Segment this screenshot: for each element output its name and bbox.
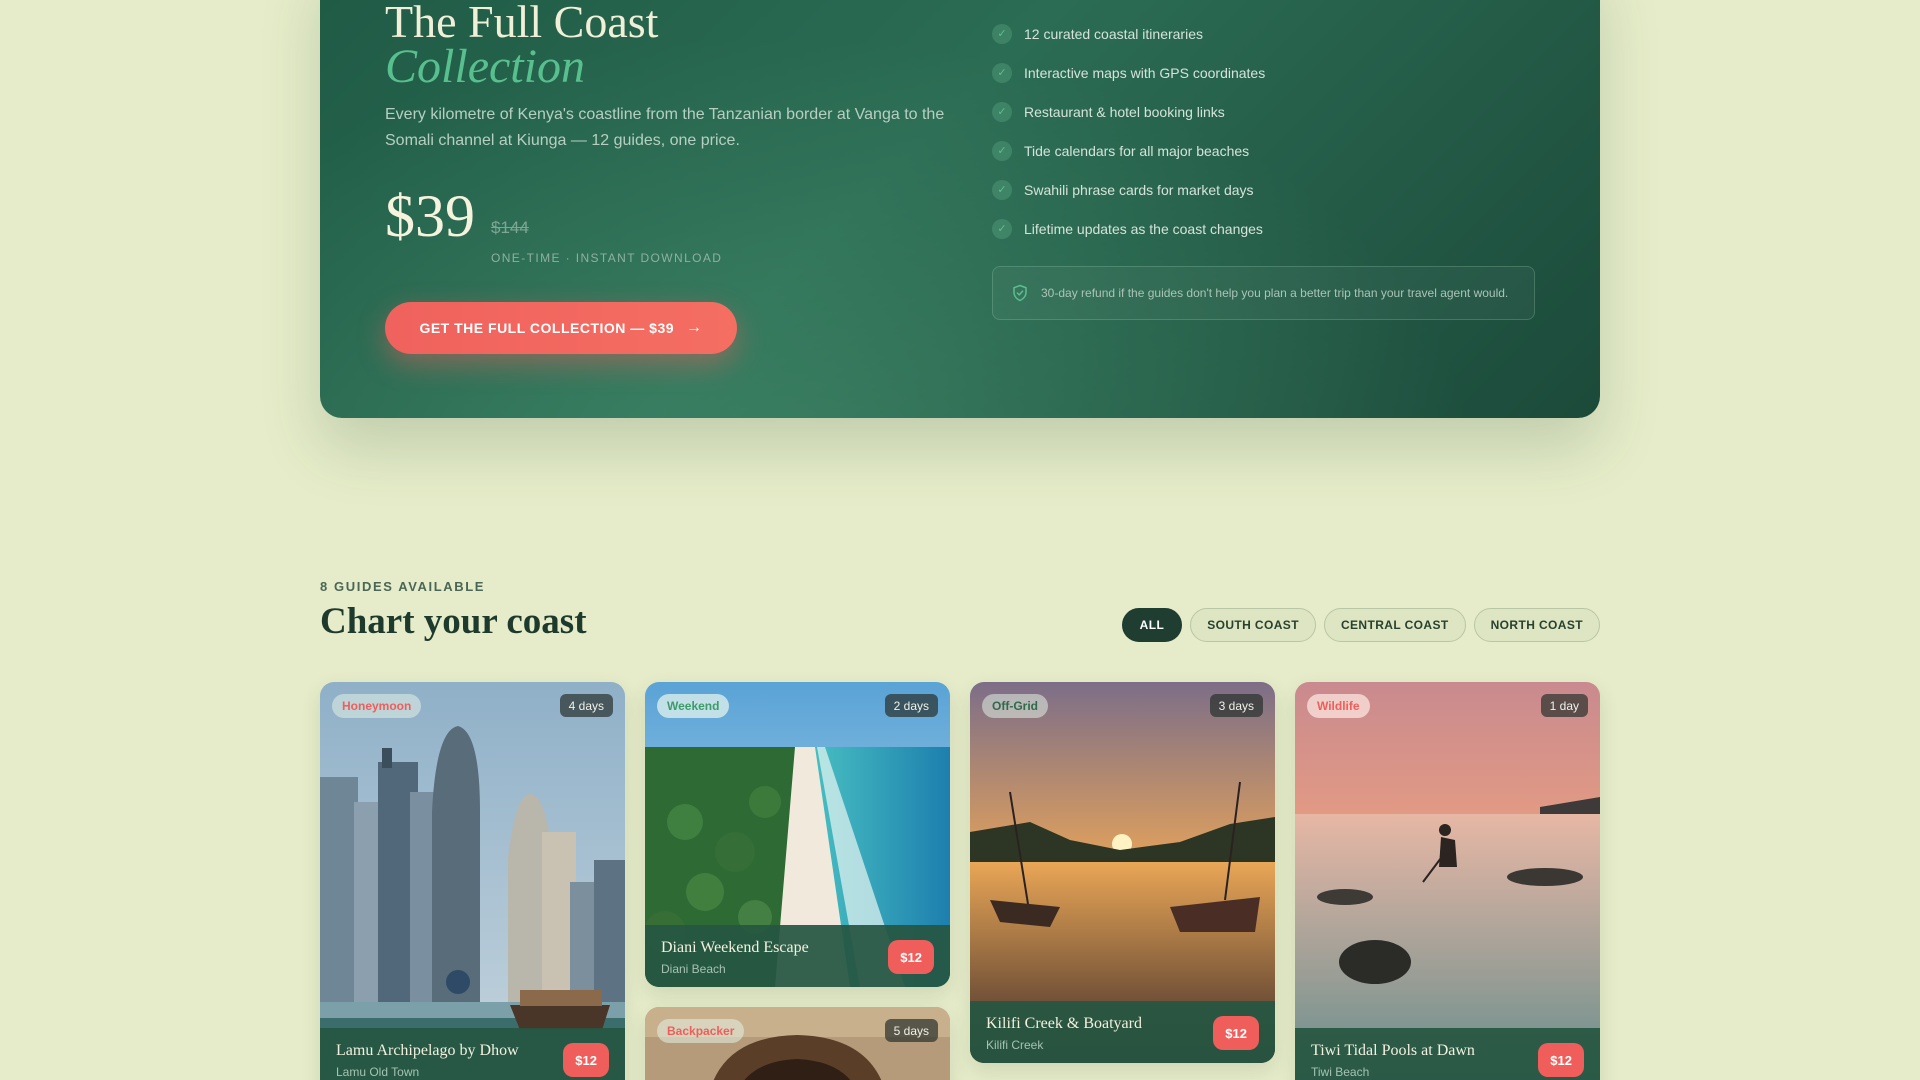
shield-check-icon: [1013, 284, 1027, 302]
card-duration: 4 days: [559, 694, 613, 717]
refund-guarantee: 30-day refund if the guides don't help y…: [992, 266, 1535, 320]
card-duration: 1 day: [1540, 694, 1588, 717]
card-price-button[interactable]: $12: [563, 1043, 609, 1077]
feature-label: Lifetime updates as the coast changes: [1024, 220, 1263, 237]
card-location: Lamu Old Town: [336, 1065, 420, 1079]
card-title: Kilifi Creek & Boatyard: [986, 1015, 1142, 1032]
card-title: Tiwi Tidal Pools at Dawn: [1311, 1042, 1475, 1059]
card-tag: Honeymoon: [332, 694, 422, 718]
check-icon: ✓: [992, 23, 1012, 44]
price-note: ONE-TIME · INSTANT DOWNLOAD: [491, 251, 723, 265]
tidal-pool-dawn-image: [1295, 682, 1600, 1080]
feature-label: Tide calendars for all major beaches: [1024, 142, 1250, 159]
filter-all[interactable]: ALL: [1121, 608, 1183, 642]
guide-card-backpacker[interactable]: Backpacker 5 days: [645, 1007, 950, 1080]
card-tag: Wildlife: [1307, 694, 1370, 718]
card-duration: 3 days: [1209, 694, 1263, 717]
card-footer: Tiwi Tidal Pools at Dawn Tiwi Beach $12: [1295, 1028, 1600, 1080]
filter-south-coast[interactable]: SOUTH COAST: [1190, 608, 1316, 642]
card-location: Tiwi Beach: [1311, 1065, 1370, 1079]
card-footer: Lamu Archipelago by Dhow Lamu Old Town $…: [320, 1028, 625, 1080]
card-duration: 2 days: [884, 694, 938, 717]
card-title: Lamu Archipelago by Dhow: [336, 1042, 519, 1059]
guide-card-lamu[interactable]: Honeymoon 4 days Lamu Archipelago by Dho…: [320, 682, 625, 1080]
feature-item: ✓ 12 curated coastal itineraries: [992, 14, 1265, 53]
card-footer: Kilifi Creek & Boatyard Kilifi Creek $12: [970, 1001, 1275, 1063]
check-icon: ✓: [992, 218, 1012, 239]
feature-label: Interactive maps with GPS coordinates: [1024, 64, 1266, 81]
check-icon: ✓: [992, 62, 1012, 83]
card-price-button[interactable]: $12: [1213, 1016, 1259, 1050]
card-title: Diani Weekend Escape: [661, 939, 809, 956]
check-icon: ✓: [992, 140, 1012, 161]
card-tag: Off-Grid: [982, 694, 1048, 718]
feature-label: 12 curated coastal itineraries: [1024, 25, 1203, 42]
guides-count: 8 GUIDES AVAILABLE: [320, 579, 486, 594]
card-price-button[interactable]: $12: [888, 940, 934, 974]
feature-item: ✓ Interactive maps with GPS coordinates: [992, 53, 1265, 92]
check-icon: ✓: [992, 179, 1012, 200]
city-skyline-image: [320, 682, 625, 1080]
section-title: Chart your coast: [320, 601, 587, 642]
hero-title-accent: Collection: [385, 40, 585, 93]
get-collection-button[interactable]: GET THE FULL COLLECTION — $39 →: [385, 302, 737, 354]
card-tag: Weekend: [657, 694, 730, 718]
feature-list: ✓ 12 curated coastal itineraries ✓ Inter…: [992, 14, 1265, 248]
guide-card-tiwi[interactable]: Wildlife 1 day Tiwi Tidal Pools at Dawn …: [1295, 682, 1600, 1080]
old-price: $144: [491, 218, 529, 237]
feature-item: ✓ Lifetime updates as the coast changes: [992, 209, 1265, 248]
feature-item: ✓ Swahili phrase cards for market days: [992, 170, 1265, 209]
hero-description: Every kilometre of Kenya's coastline fro…: [385, 106, 945, 149]
card-location: Diani Beach: [661, 962, 726, 976]
cta-label: GET THE FULL COLLECTION — $39: [419, 320, 675, 336]
filter-north-coast[interactable]: NORTH COAST: [1473, 608, 1600, 642]
card-location: Kilifi Creek: [986, 1038, 1044, 1052]
collection-hero: The Full Coast Collection Every kilometr…: [320, 0, 1600, 418]
feature-label: Swahili phrase cards for market days: [1024, 181, 1254, 198]
card-footer: Diani Weekend Escape Diani Beach $12: [645, 925, 950, 987]
region-filters: ALL SOUTH COAST CENTRAL COAST NORTH COAS…: [1121, 608, 1600, 642]
card-price-button[interactable]: $12: [1538, 1043, 1584, 1077]
feature-item: ✓ Restaurant & hotel booking links: [992, 92, 1265, 131]
feature-item: ✓ Tide calendars for all major beaches: [992, 131, 1265, 170]
card-duration: 5 days: [884, 1019, 938, 1042]
feature-label: Restaurant & hotel booking links: [1024, 103, 1225, 120]
filter-central-coast[interactable]: CENTRAL COAST: [1323, 608, 1466, 642]
stone-archway-image: [645, 1007, 950, 1080]
card-tag: Backpacker: [657, 1019, 745, 1043]
price: $39: [385, 183, 475, 249]
guide-card-diani[interactable]: Weekend 2 days Diani Weekend Escape Dian…: [645, 682, 950, 987]
guide-card-kilifi[interactable]: Off-Grid 3 days Kilifi Creek & Boatyard …: [970, 682, 1275, 1063]
refund-text: 30-day refund if the guides don't help y…: [1041, 286, 1509, 300]
arrow-right-icon: →: [686, 319, 703, 336]
check-icon: ✓: [992, 101, 1012, 122]
